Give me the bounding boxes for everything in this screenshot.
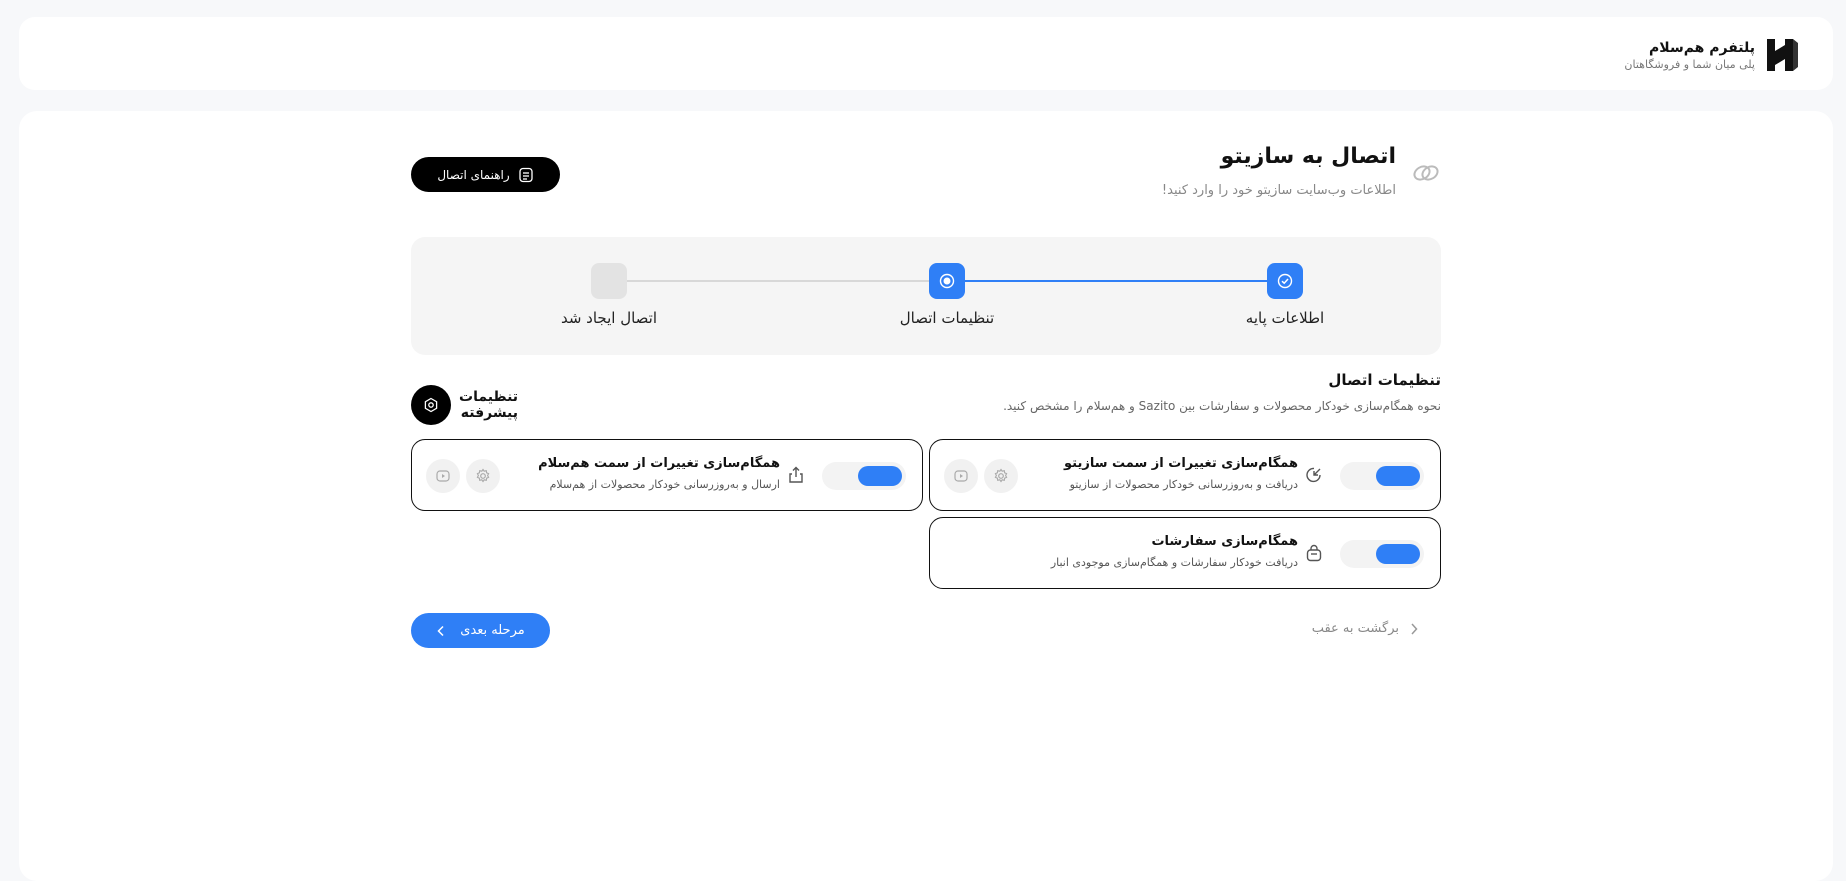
toggle-knob: [1376, 466, 1420, 486]
orders-sync-toggle[interactable]: [1340, 540, 1424, 568]
connection-guide-label: راهنمای اتصال: [437, 167, 510, 182]
card-subtitle: ارسال و به‌روزرسانی خودکار محصولات از هم…: [549, 478, 780, 491]
card-title: همگام‌سازی تغییرات از سمت هم‌سلام: [538, 456, 780, 471]
brand[interactable]: پلتفرم هم‌سلام پلی میان شما و فروشگاهتان: [1624, 35, 1799, 75]
check-circle-icon: [1277, 273, 1293, 289]
sync-from-sazito-toggle[interactable]: [1340, 462, 1424, 490]
page-title: اتصال به سازیتو: [1220, 144, 1396, 169]
next-step-button[interactable]: مرحله بعدی: [411, 613, 550, 648]
arrow-in-icon: [1306, 467, 1321, 483]
section-title: تنظیمات اتصال: [1328, 371, 1441, 389]
page-subtitle: اطلاعات وب‌سایت سازیتو خود را وارد کنید!: [1161, 183, 1396, 198]
step-basic-info: [1267, 263, 1303, 299]
step-connection-settings: [929, 263, 965, 299]
stepper: اطلاعات پایه تنظیمات اتصال اتصال ایجاد ش…: [411, 237, 1441, 355]
card-title: همگام‌سازی سفارشات: [1151, 534, 1298, 549]
brand-title: پلتفرم هم‌سلام: [1649, 39, 1755, 56]
step-label-connected: اتصال ایجاد شد: [560, 309, 658, 327]
video-guide-button[interactable]: [426, 459, 460, 493]
sync-from-sazito-card: همگام‌سازی تغییرات از سمت سازیتو دریافت …: [929, 439, 1441, 511]
card-subtitle: دریافت و به‌روزرسانی خودکار محصولات از س…: [1069, 478, 1298, 491]
step-connected: [591, 263, 627, 299]
gear-icon: [476, 468, 490, 483]
video-guide-button[interactable]: [944, 459, 978, 493]
next-step-label: مرحله بعدی: [460, 623, 525, 638]
step-label-basic-info: اطلاعات پایه: [1245, 309, 1325, 327]
sync-from-hamsalam-card: همگام‌سازی تغییرات از سمت هم‌سلام ارسال …: [411, 439, 923, 511]
chevron-right-icon: [1411, 622, 1418, 635]
brand-subtitle: پلی میان شما و فروشگاهتان: [1624, 57, 1755, 71]
settings-button[interactable]: [984, 459, 1018, 493]
step-connector-todo: [605, 280, 942, 282]
step-label-connection-settings: تنظیمات اتصال: [899, 309, 995, 327]
play-icon: [436, 470, 450, 482]
play-icon: [954, 470, 968, 482]
document-icon: [519, 167, 533, 182]
main-panel: اتصال به سازیتو اطلاعات وب‌سایت سازیتو خ…: [19, 111, 1833, 881]
sync-from-hamsalam-toggle[interactable]: [822, 462, 906, 490]
radio-dot-icon: [939, 273, 955, 289]
card-subtitle: دریافت خودکار سفارشات و همگام‌سازی موجود…: [1050, 556, 1298, 569]
advanced-settings-label: تنظیمات پیشرفته: [459, 389, 519, 421]
logo-icon: [1767, 39, 1798, 71]
connection-guide-button[interactable]: راهنمای اتصال: [411, 157, 560, 192]
chevron-left-icon: [437, 625, 444, 636]
content: اتصال به سازیتو اطلاعات وب‌سایت سازیتو خ…: [411, 111, 1441, 881]
gear-icon: [994, 468, 1008, 483]
settings-button[interactable]: [466, 459, 500, 493]
toggle-knob: [858, 466, 902, 486]
advanced-settings-button[interactable]: [411, 385, 451, 425]
step-connector-done: [942, 280, 1279, 282]
link-icon: [1413, 165, 1439, 181]
bag-icon: [1306, 544, 1322, 562]
back-link[interactable]: برگشت به عقب: [1312, 621, 1419, 636]
upload-icon: [789, 466, 803, 483]
orders-sync-card: همگام‌سازی سفارشات دریافت خودکار سفارشات…: [929, 517, 1441, 589]
hexagon-settings-icon: [424, 397, 438, 413]
back-link-label: برگشت به عقب: [1311, 621, 1399, 636]
top-bar: پلتفرم هم‌سلام پلی میان شما و فروشگاهتان: [19, 17, 1833, 90]
card-title: همگام‌سازی تغییرات از سمت سازیتو: [1064, 456, 1298, 471]
toggle-knob: [1376, 544, 1420, 564]
section-subtitle: نحوه همگام‌سازی خودکار محصولات و سفارشات…: [1003, 399, 1441, 413]
advanced-settings[interactable]: تنظیمات پیشرفته: [411, 385, 518, 425]
